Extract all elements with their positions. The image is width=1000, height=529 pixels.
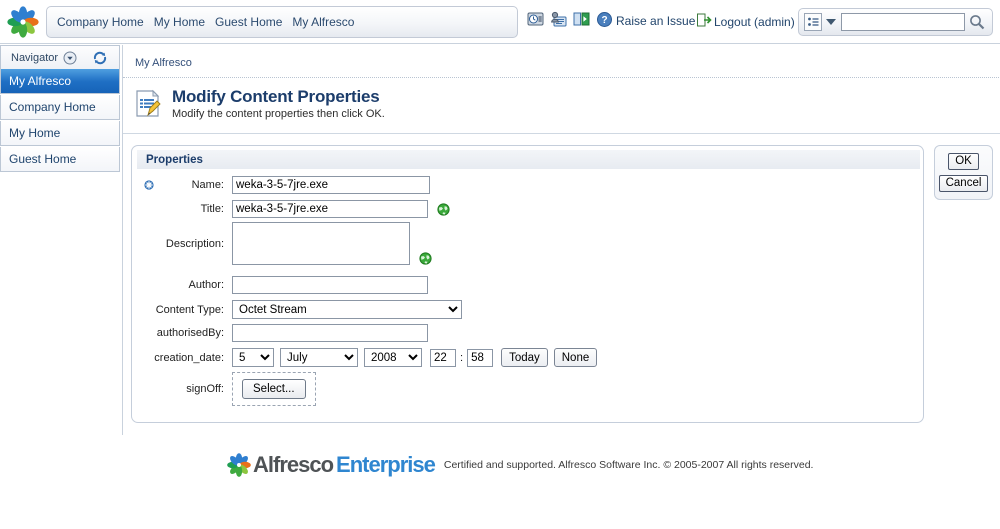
breadcrumb: My Alfresco: [135, 57, 192, 69]
today-button[interactable]: Today: [501, 348, 548, 367]
cancel-button[interactable]: Cancel: [938, 175, 989, 192]
breadcrumb-divider: [123, 77, 1000, 78]
nav-link-guest-home[interactable]: Guest Home: [215, 15, 282, 29]
field-row-description: Description:: [132, 222, 432, 265]
field-row-content-type: Content Type: Octet Stream: [132, 300, 462, 319]
chevron-down-icon[interactable]: [826, 19, 836, 25]
sidebar-item-label: My Home: [9, 126, 61, 140]
sidebar-item-label: Guest Home: [9, 152, 77, 166]
content-type-label: Content Type:: [155, 303, 224, 316]
sign-off-picker: Select...: [232, 372, 316, 406]
sidebar-item-my-alfresco[interactable]: My Alfresco: [0, 69, 120, 94]
svg-text:?: ?: [601, 15, 607, 26]
none-button[interactable]: None: [553, 348, 598, 367]
sign-off-select-button[interactable]: Select...: [242, 379, 306, 399]
content-type-select[interactable]: Octet Stream: [232, 300, 462, 319]
footer-brand: Alfresco Enterprise Certified and suppor…: [226, 452, 813, 478]
topbar-divider: [0, 43, 1000, 44]
navigator-sidebar: Navigator My Alfresco Company Home My Ho…: [0, 45, 120, 178]
ok-button[interactable]: OK: [948, 153, 979, 170]
refresh-icon[interactable]: [92, 50, 108, 66]
required-asterisk-icon: [144, 180, 154, 190]
authorised-by-label: authorisedBy:: [156, 327, 224, 339]
sidebar-item-company-home[interactable]: Company Home: [0, 95, 120, 120]
user-profile-icon[interactable]: [550, 11, 567, 28]
search-input[interactable]: [841, 13, 965, 31]
top-bar: Company Home My Home Guest Home My Alfre…: [0, 0, 1000, 44]
author-label: Author:: [188, 279, 224, 291]
logout-group: Logout (admin): [696, 12, 795, 31]
page-subtitle: Modify the content properties then click…: [172, 108, 385, 120]
field-row-authorised-by: authorisedBy:: [132, 324, 428, 342]
field-row-name: Name:: [132, 176, 430, 194]
creation-date-label: creation_date:: [154, 351, 224, 364]
edit-document-icon: [133, 89, 163, 119]
sidebar-item-my-home[interactable]: My Home: [0, 121, 120, 146]
creation-date-hour-input[interactable]: [430, 348, 456, 367]
creation-date-month-select[interactable]: July: [280, 348, 358, 367]
authorised-by-input[interactable]: [232, 324, 428, 342]
help-icon[interactable]: ?: [596, 11, 613, 28]
author-input[interactable]: [232, 276, 428, 294]
description-textarea[interactable]: [232, 222, 410, 265]
footer-copyright: Certified and supported. Alfresco Softwa…: [443, 459, 814, 471]
page-header: Modify Content Properties Modify the con…: [133, 87, 385, 120]
field-row-creation-date: creation_date: 5 July 2008 : Today None: [132, 348, 598, 367]
sidebar-item-label: Company Home: [9, 100, 96, 114]
sidebar-item-label: My Alfresco: [9, 74, 72, 88]
footer-brand-enterprise: Enterprise: [336, 452, 436, 477]
properties-panel-header: Properties: [137, 150, 920, 169]
main-content: My Alfresco Modify Content Properties Mo…: [122, 45, 1000, 435]
chevron-down-icon[interactable]: [63, 51, 77, 65]
creation-date-minute-input[interactable]: [467, 348, 494, 367]
properties-panel: Properties Name: Title:: [131, 145, 924, 423]
alfresco-logo-icon: [6, 5, 40, 39]
navigator-header: Navigator: [0, 45, 120, 69]
page-title: Modify Content Properties: [172, 87, 380, 106]
description-label: Description:: [165, 237, 224, 250]
switch-view-icon[interactable]: [573, 11, 590, 28]
clock-icon[interactable]: [527, 11, 544, 28]
search-options-icon[interactable]: [804, 13, 822, 31]
navigator-title: Navigator: [11, 51, 59, 64]
header-divider: [123, 133, 1000, 134]
name-input[interactable]: [232, 176, 430, 194]
sign-off-label: signOff:: [186, 383, 224, 395]
sidebar-item-guest-home[interactable]: Guest Home: [0, 147, 120, 172]
globe-icon[interactable]: [419, 252, 432, 265]
nav-link-my-home[interactable]: My Home: [154, 15, 205, 29]
alfresco-logo-icon: [226, 452, 252, 478]
logout-icon: [696, 12, 712, 31]
nav-link-my-alfresco[interactable]: My Alfresco: [292, 15, 354, 29]
creation-date-day-select[interactable]: 5: [232, 348, 274, 367]
globe-icon[interactable]: [437, 202, 450, 216]
logout-link[interactable]: Logout (admin): [714, 15, 795, 29]
title-input[interactable]: [232, 200, 428, 218]
title-label: Title:: [200, 203, 224, 215]
primary-nav: Company Home My Home Guest Home My Alfre…: [46, 6, 518, 38]
field-row-author: Author:: [132, 276, 428, 294]
footer-brand-alfresco: Alfresco: [253, 452, 334, 477]
action-panel: OK Cancel: [934, 145, 993, 200]
top-icon-group: ?: [527, 11, 613, 28]
time-separator: :: [460, 351, 464, 364]
field-row-title: Title:: [132, 200, 450, 218]
creation-date-year-select[interactable]: 2008: [364, 348, 422, 367]
raise-an-issue-link[interactable]: Raise an Issue: [616, 14, 695, 28]
search-icon[interactable]: [968, 13, 986, 31]
footer: Alfresco Enterprise Certified and suppor…: [0, 440, 1000, 529]
nav-link-company-home[interactable]: Company Home: [57, 15, 144, 29]
field-row-sign-off: signOff: Select...: [132, 372, 316, 406]
search-bar: [798, 8, 993, 36]
